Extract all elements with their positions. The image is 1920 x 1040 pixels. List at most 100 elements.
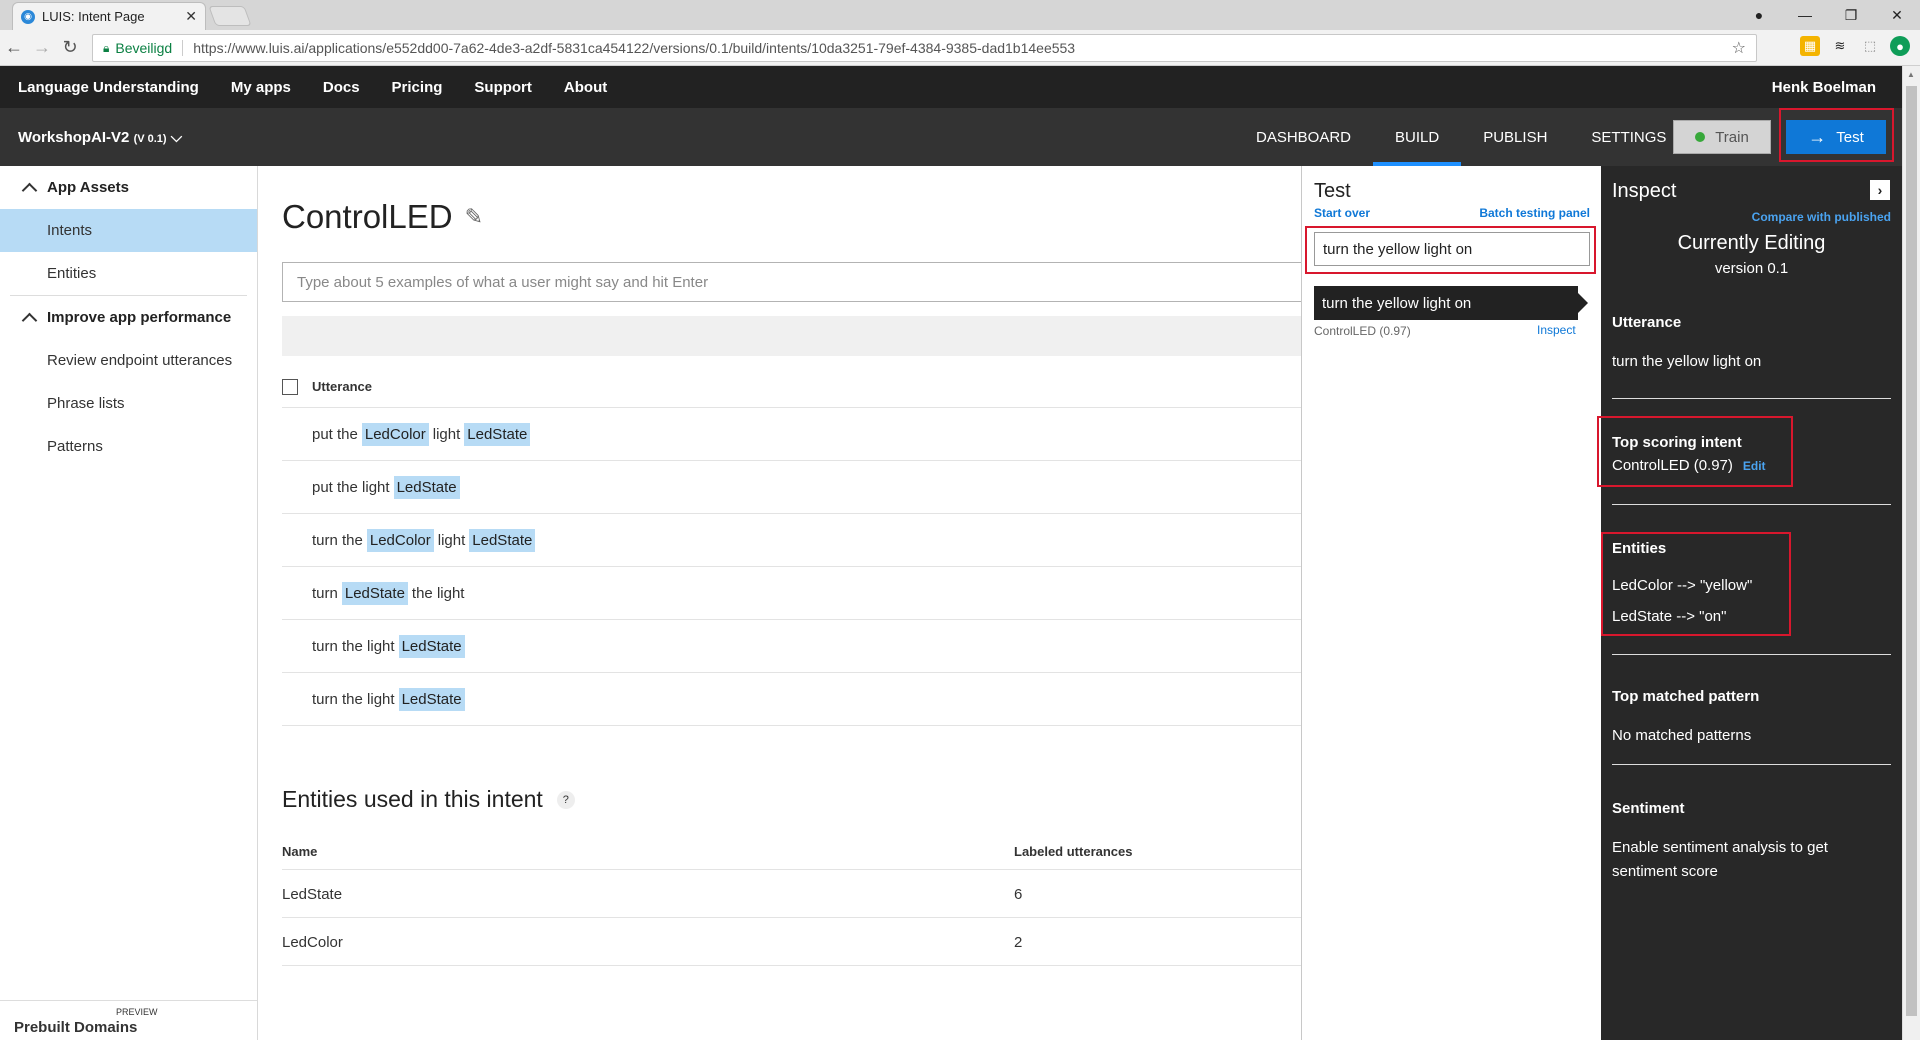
user-name[interactable]: Henk Boelman xyxy=(1772,79,1876,96)
entity-label[interactable]: LedColor xyxy=(361,422,429,446)
browser-tab[interactable]: ◉ LUIS: Intent Page ✕ xyxy=(12,2,206,30)
entity-name[interactable]: LedState xyxy=(282,886,342,903)
table-row[interactable]: put the light LedState xyxy=(282,461,1301,514)
tab-dashboard[interactable]: DASHBOARD xyxy=(1234,108,1373,166)
top-intent-heading: Top scoring intent xyxy=(1612,434,1742,451)
nav-my-apps[interactable]: My apps xyxy=(231,79,291,96)
start-over-link[interactable]: Start over xyxy=(1314,206,1370,220)
secure-label: Beveiligd xyxy=(115,40,184,56)
chevron-right-icon[interactable]: › xyxy=(1870,180,1890,200)
table-row[interactable]: LedColor 2 xyxy=(282,918,1301,966)
utterance-text: light xyxy=(437,531,466,549)
table-row[interactable]: turn LedState the light xyxy=(282,567,1301,620)
labeled-column-header: Labeled utterances xyxy=(1014,844,1133,859)
url-text[interactable]: https://www.luis.ai/applications/e552dd0… xyxy=(193,40,1731,56)
edit-intent-link[interactable]: Edit xyxy=(1743,459,1766,473)
entity-count: 2 xyxy=(1014,934,1023,951)
browser-titlebar: ◉ LUIS: Intent Page ✕ ● — ❐ ✕ xyxy=(0,0,1920,30)
entity-label[interactable]: LedState xyxy=(469,528,536,552)
sidebar-item-intents[interactable]: Intents xyxy=(0,209,257,252)
app-subnav: WorkshopAI-V2 (V 0.1) ⌵ DASHBOARD BUILD … xyxy=(0,108,1902,166)
app-version: (V 0.1) xyxy=(133,132,167,145)
divider xyxy=(1612,764,1891,765)
utterance-text: turn the light xyxy=(312,690,395,708)
sidebar-group-label: Improve app performance xyxy=(47,309,232,326)
scroll-up-icon[interactable]: ▲ xyxy=(1907,70,1915,79)
tab-settings[interactable]: SETTINGS xyxy=(1569,108,1688,166)
chevron-up-icon xyxy=(21,182,38,198)
tab-title: LUIS: Intent Page xyxy=(42,9,145,24)
pencil-icon[interactable]: ✎ xyxy=(465,204,483,230)
new-tab-button[interactable] xyxy=(208,6,252,26)
help-icon[interactable]: ? xyxy=(556,790,575,809)
scrollbar-thumb[interactable] xyxy=(1906,86,1917,1016)
table-row[interactable]: put the LedColor light LedState xyxy=(282,408,1301,461)
reload-icon[interactable]: ↻ xyxy=(56,37,84,58)
nav-about[interactable]: About xyxy=(564,79,607,96)
sidebar-item-entities[interactable]: Entities xyxy=(0,252,257,295)
profile-icon[interactable]: ● xyxy=(1736,7,1782,23)
utterance-text: turn the light xyxy=(312,637,395,655)
sidebar-item-phrase-lists[interactable]: Phrase lists xyxy=(0,382,257,425)
intent-name: ControlLED xyxy=(282,198,453,235)
utterance-text: put the light xyxy=(312,478,390,496)
entity-label[interactable]: LedState xyxy=(464,422,531,446)
divider xyxy=(1612,654,1891,655)
prebuilt-domains-link[interactable]: PREVIEW Prebuilt Domains xyxy=(0,1000,257,1040)
sidebar-item-review[interactable]: Review endpoint utterances xyxy=(0,339,257,382)
select-all-checkbox[interactable] xyxy=(282,378,298,395)
table-row[interactable]: turn the light LedState xyxy=(282,673,1301,726)
prebuilt-domains-label: Prebuilt Domains xyxy=(14,1019,138,1036)
batch-testing-link[interactable]: Batch testing panel xyxy=(1479,206,1590,220)
brand-link[interactable]: Language Understanding xyxy=(18,79,199,96)
subnav-tabs: DASHBOARD BUILD PUBLISH SETTINGS xyxy=(1234,108,1688,166)
minimize-icon[interactable]: — xyxy=(1782,7,1828,23)
utterance-text: the light xyxy=(411,584,465,602)
entities-section-title: Entities used in this intent ? xyxy=(282,786,575,813)
top-navigation: Language Understanding My apps Docs Pric… xyxy=(0,66,1902,108)
lock-icon: 🔒︎ xyxy=(103,40,110,55)
entity-count: 6 xyxy=(1014,886,1023,903)
forward-icon[interactable]: → xyxy=(28,37,56,58)
address-bar[interactable]: 🔒︎ Beveiligd https://www.luis.ai/applica… xyxy=(92,34,1757,62)
back-icon[interactable]: ← xyxy=(0,37,28,58)
maximize-icon[interactable]: ❐ xyxy=(1828,7,1874,24)
entity-label[interactable]: LedState xyxy=(398,634,465,658)
table-row[interactable]: turn the light LedState xyxy=(282,620,1301,673)
sidebar-item-patterns[interactable]: Patterns xyxy=(0,425,257,468)
utterance-column-header: Utterance xyxy=(312,379,372,394)
entity-name[interactable]: LedColor xyxy=(282,934,343,951)
entity-label[interactable]: LedState xyxy=(398,687,465,711)
extension-pdf-icon[interactable]: ⬚ xyxy=(1860,36,1880,56)
table-row[interactable]: LedState 6 xyxy=(282,870,1301,918)
tab-build[interactable]: BUILD xyxy=(1373,108,1462,166)
test-utterance-input[interactable] xyxy=(1314,232,1590,266)
train-button[interactable]: Train xyxy=(1673,120,1771,154)
utterance-input[interactable] xyxy=(282,262,1301,302)
entity-label[interactable]: LedState xyxy=(341,581,408,605)
extension-green-icon[interactable]: ● xyxy=(1890,36,1910,56)
entity-label[interactable]: LedState xyxy=(393,475,460,499)
close-window-icon[interactable]: ✕ xyxy=(1874,7,1920,24)
nav-pricing[interactable]: Pricing xyxy=(392,79,443,96)
tab-publish[interactable]: PUBLISH xyxy=(1461,108,1569,166)
inspect-utterance: turn the yellow light on xyxy=(1612,353,1762,370)
utterance-text: light xyxy=(432,425,461,443)
bookmark-star-icon[interactable]: ☆ xyxy=(1732,38,1746,58)
test-result[interactable]: turn the yellow light on xyxy=(1314,286,1588,320)
compare-published-link[interactable]: Compare with published xyxy=(1752,210,1891,224)
tab-close-icon[interactable]: ✕ xyxy=(185,8,197,25)
nav-support[interactable]: Support xyxy=(474,79,532,96)
table-row[interactable]: turn the LedColor light LedState xyxy=(282,514,1301,567)
sidebar-group-improve[interactable]: Improve app performance xyxy=(0,296,257,339)
extension-layers-icon[interactable]: ≋ xyxy=(1830,36,1850,56)
arrow-right-icon: → xyxy=(1808,126,1827,147)
app-selector[interactable]: WorkshopAI-V2 (V 0.1) ⌵ xyxy=(18,129,182,146)
entity-label[interactable]: LedColor xyxy=(366,528,434,552)
test-button[interactable]: → Test xyxy=(1786,120,1886,154)
sidebar-group-app-assets[interactable]: App Assets xyxy=(0,166,257,209)
extension-yellow-icon[interactable]: ▦ xyxy=(1800,36,1820,56)
page-scrollbar[interactable]: ▲ xyxy=(1902,66,1920,1040)
nav-docs[interactable]: Docs xyxy=(323,79,360,96)
inspect-link[interactable]: Inspect xyxy=(1537,323,1576,337)
